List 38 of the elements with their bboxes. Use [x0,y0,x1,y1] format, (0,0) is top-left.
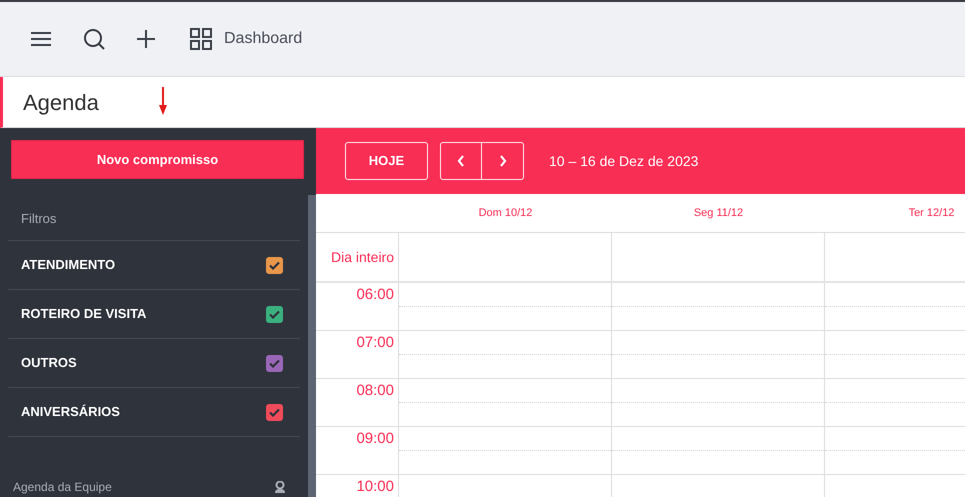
filter-label: ANIVERSÁRIOS [21,403,120,422]
check-icon [269,408,280,416]
grid-icon[interactable] [190,28,212,50]
day-header: Ter 12/12 [908,206,954,221]
chevron-right-icon [498,155,506,167]
filter-checkbox[interactable] [266,404,283,420]
day-header: Dom 10/12 [478,206,532,221]
check-icon [269,310,280,318]
filter-label: ATENDIMENTO [21,256,116,274]
check-icon [269,358,280,368]
next-button[interactable] [482,142,524,180]
page-title: Agenda [23,88,99,117]
time-label: 06:00 [356,287,394,305]
previous-button[interactable] [440,142,482,180]
dashboard-link[interactable]: Dashboard [224,27,302,51]
person-icon [274,481,286,493]
filter-checkbox[interactable] [266,354,283,372]
time-label: 09:00 [356,431,394,449]
time-label: 10:00 [356,479,394,497]
search-icon[interactable] [83,28,105,50]
filter-label: ROTEIRO DE VISITA [21,305,146,324]
time-label: 07:00 [356,335,394,353]
time-label: 08:00 [356,383,394,401]
today-button[interactable]: HOJE [345,142,428,180]
chevron-left-icon [457,155,465,167]
date-range: 10 – 16 de Dez de 2023 [549,152,698,170]
menu-icon[interactable] [30,31,52,47]
filter-checkbox[interactable] [266,256,283,274]
check-icon [269,260,280,270]
team-agenda-label: Agenda da Equipe [13,479,112,496]
all-day-label: Dia inteiro [330,248,394,266]
day-header: Seg 11/12 [694,206,744,221]
filter-checkbox[interactable] [266,306,283,322]
new-appointment-button[interactable]: Novo compromisso [11,140,304,179]
plus-icon[interactable] [137,30,155,48]
filter-label: OUTROS [21,354,77,372]
annotation-arrow [158,87,168,117]
filters-heading: Filtros [21,211,56,226]
